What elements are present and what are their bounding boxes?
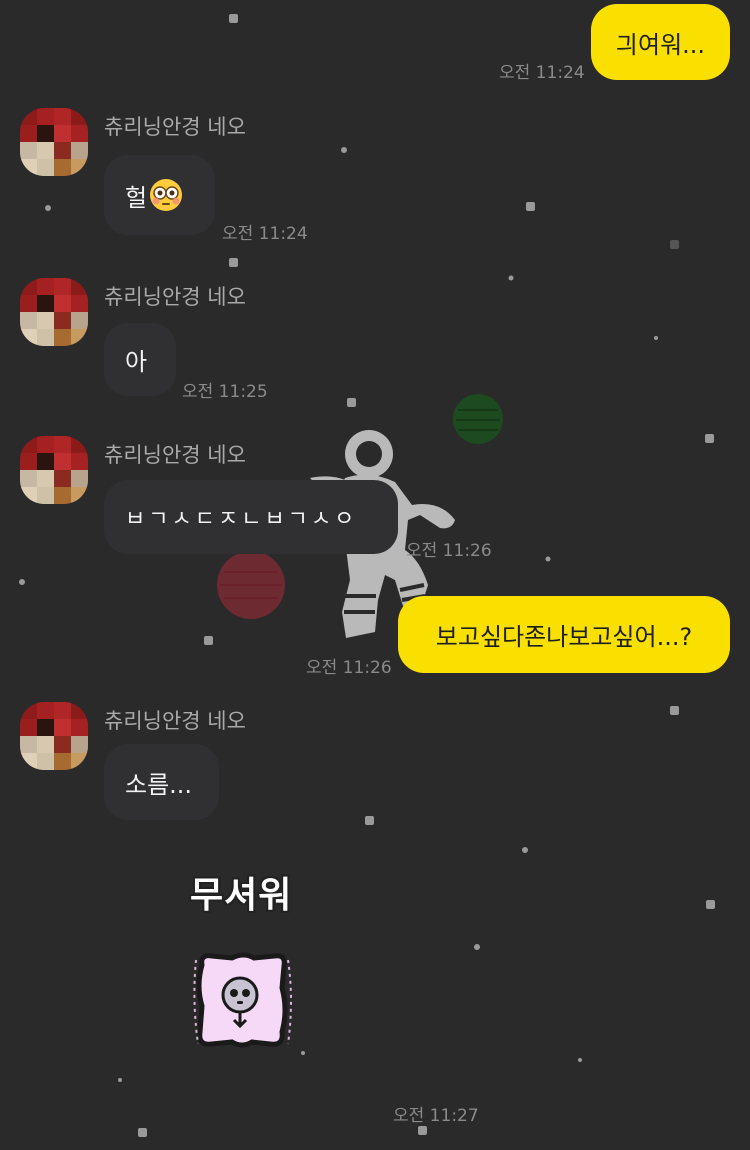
avatar[interactable] (20, 108, 88, 176)
sticker-caption: 무셔워 (190, 875, 293, 916)
flushed-face-icon (150, 179, 183, 211)
my-message-bubble[interactable]: 긔여워... (591, 4, 730, 80)
other-message-bubble[interactable]: ㅂㄱㅅㄷㅈㄴㅂㄱㅅㅇ (104, 480, 398, 554)
my-message-bubble[interactable]: 보고싶다존나보고싶어...? (398, 596, 730, 673)
other-message-bubble[interactable]: 아 (104, 323, 176, 396)
sender-name: 츄리닝안경 네오 (104, 443, 246, 467)
message-timestamp: 오전 11:27 (393, 1106, 479, 1126)
message-timestamp: 오전 11:26 (406, 541, 492, 561)
avatar[interactable] (20, 436, 88, 504)
ghost-sticker-icon[interactable] (182, 940, 300, 1058)
green-planet-icon (453, 394, 503, 444)
message-timestamp: 오전 11:25 (182, 382, 268, 402)
message-text: 헐 (125, 183, 148, 212)
other-message-bubble[interactable]: 소름... (104, 744, 219, 820)
other-message-bubble[interactable]: 헐 (104, 155, 215, 235)
sender-name: 츄리닝안경 네오 (104, 115, 246, 139)
message-timestamp: 오전 11:24 (222, 224, 308, 244)
avatar[interactable] (20, 702, 88, 770)
avatar[interactable] (20, 278, 88, 346)
red-planet-icon (217, 551, 285, 619)
sender-name: 츄리닝안경 네오 (104, 285, 246, 309)
message-timestamp: 오전 11:24 (499, 63, 585, 83)
sender-name: 츄리닝안경 네오 (104, 709, 246, 733)
message-timestamp: 오전 11:26 (306, 658, 392, 678)
